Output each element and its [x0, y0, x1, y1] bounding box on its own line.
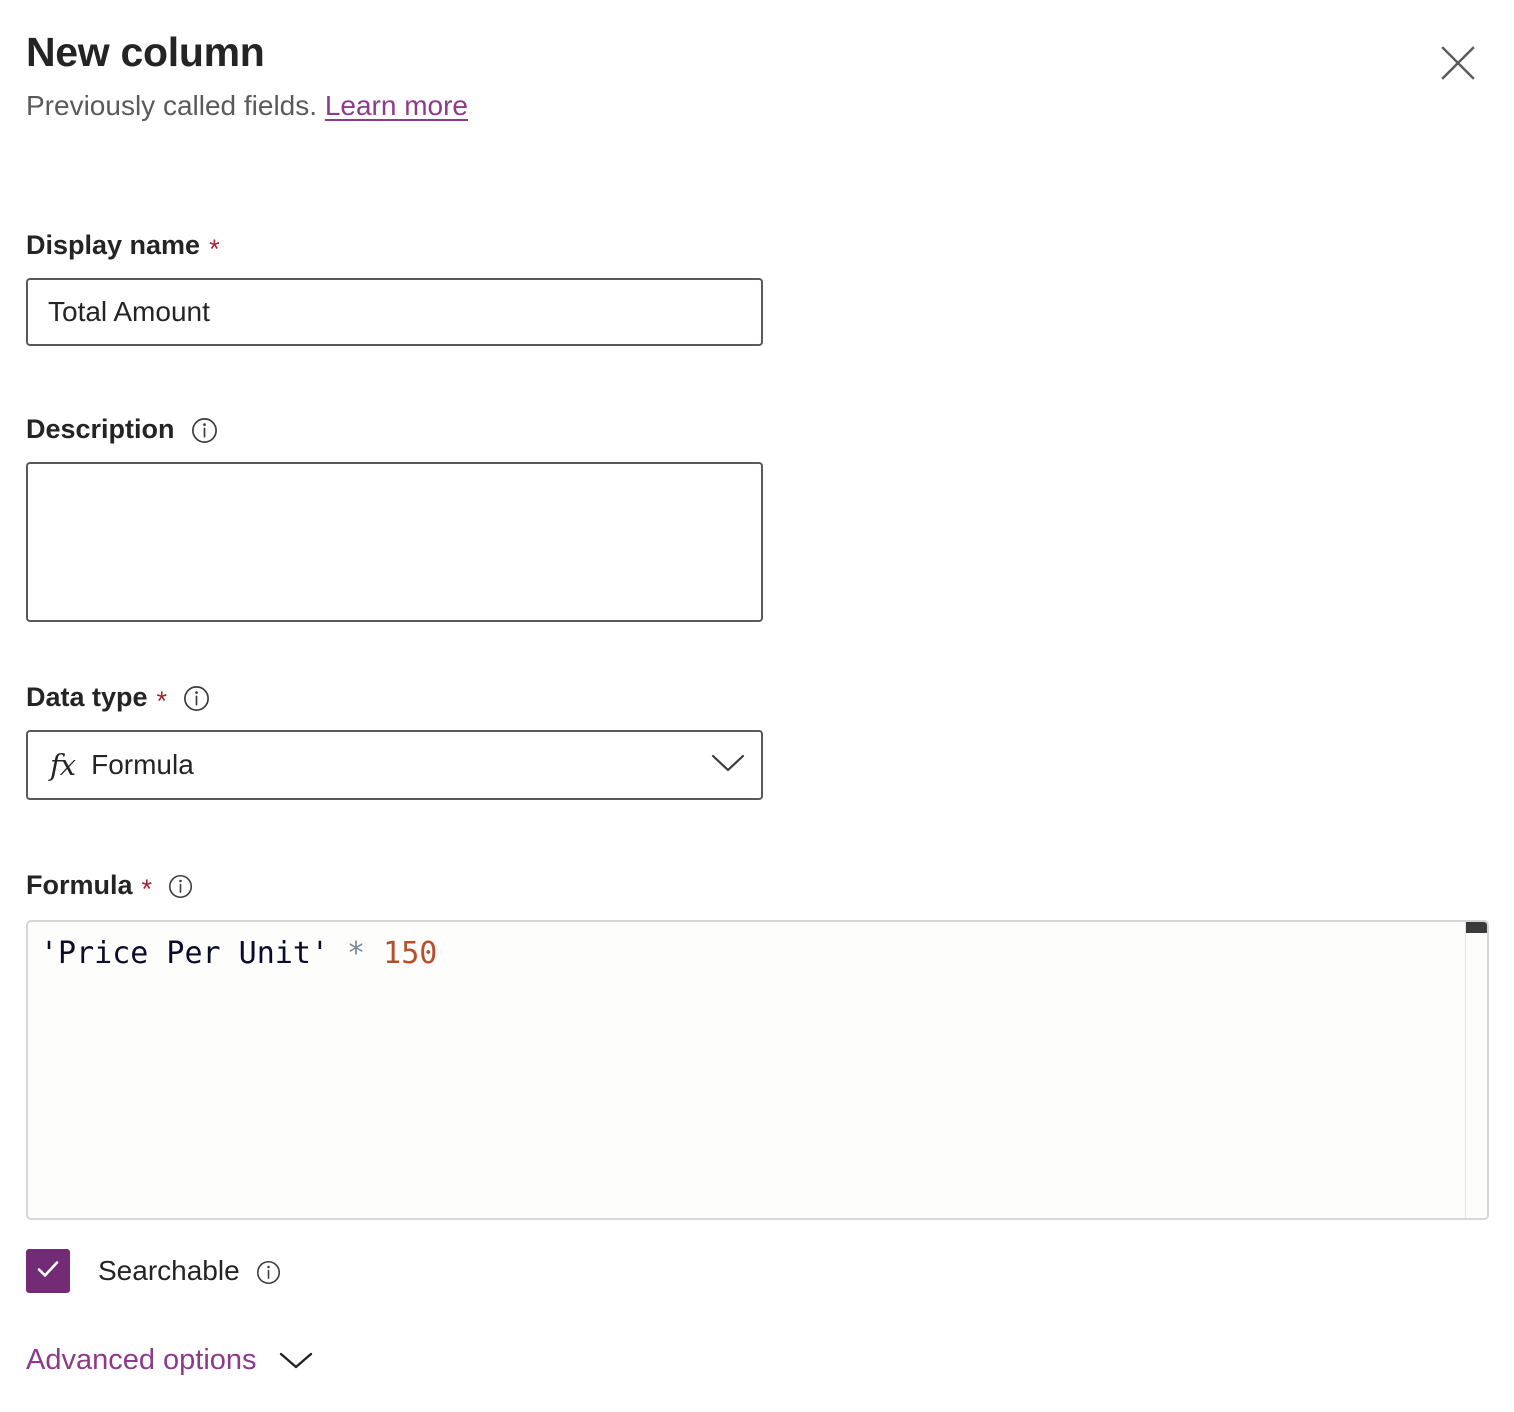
description-field-group: Description [26, 412, 763, 627]
data-type-selected-value: Formula [91, 749, 711, 781]
advanced-options-toggle[interactable]: Advanced options [26, 1342, 313, 1378]
formula-field-group: Formula * [26, 868, 193, 902]
searchable-checkbox[interactable] [26, 1249, 70, 1293]
description-input[interactable] [26, 462, 763, 622]
formula-scrollbar[interactable] [1465, 922, 1487, 1218]
searchable-checkbox-row[interactable]: Searchable [26, 1249, 281, 1293]
required-asterisk: * [142, 876, 153, 903]
display-name-field-group: Display name * [26, 228, 763, 346]
info-icon[interactable] [183, 685, 210, 712]
display-name-input[interactable] [26, 278, 763, 346]
searchable-label-text: Searchable [98, 1254, 240, 1288]
new-column-panel: New column Previously called fields. Lea… [0, 0, 1514, 1412]
display-name-label-text: Display name [26, 228, 200, 262]
info-icon[interactable] [256, 1260, 281, 1285]
advanced-options-label: Advanced options [26, 1342, 257, 1378]
formula-token-operator: * [347, 936, 365, 971]
chevron-down-icon [279, 1351, 313, 1375]
data-type-label-text: Data type [26, 680, 148, 714]
data-type-dropdown[interactable]: fx Formula [26, 730, 763, 800]
description-label-text: Description [26, 412, 175, 446]
formula-token-number: 150 [383, 936, 437, 971]
checkmark-icon [34, 1255, 62, 1288]
panel-header: New column Previously called fields. Lea… [26, 28, 1488, 124]
formula-scrollbar-thumb[interactable] [1466, 922, 1487, 933]
display-name-label: Display name * [26, 228, 763, 262]
subtitle-text: Previously called fields. [26, 90, 317, 121]
close-button[interactable] [1424, 30, 1492, 96]
formula-token-space [365, 936, 383, 971]
formula-token-space [329, 936, 347, 971]
fx-icon: fx [50, 751, 75, 780]
learn-more-link[interactable]: Learn more [325, 90, 468, 121]
chevron-down-icon [711, 753, 745, 778]
info-icon[interactable] [168, 874, 193, 899]
required-asterisk: * [209, 236, 220, 263]
info-icon[interactable] [191, 417, 218, 444]
data-type-label: Data type * [26, 680, 763, 714]
description-label: Description [26, 412, 763, 446]
formula-token-string: 'Price Per Unit' [40, 936, 329, 971]
required-asterisk: * [157, 688, 168, 715]
formula-editor[interactable]: 'Price Per Unit' * 150 [26, 920, 1489, 1220]
page-title: New column [26, 28, 1488, 76]
data-type-field-group: Data type * fx Formula [26, 680, 763, 800]
formula-label-text: Formula [26, 868, 133, 902]
close-icon [1440, 45, 1476, 81]
searchable-label: Searchable [98, 1254, 281, 1288]
formula-code-line: 'Price Per Unit' * 150 [40, 932, 437, 976]
panel-subtitle: Previously called fields. Learn more [26, 88, 1488, 124]
formula-label: Formula * [26, 868, 193, 902]
